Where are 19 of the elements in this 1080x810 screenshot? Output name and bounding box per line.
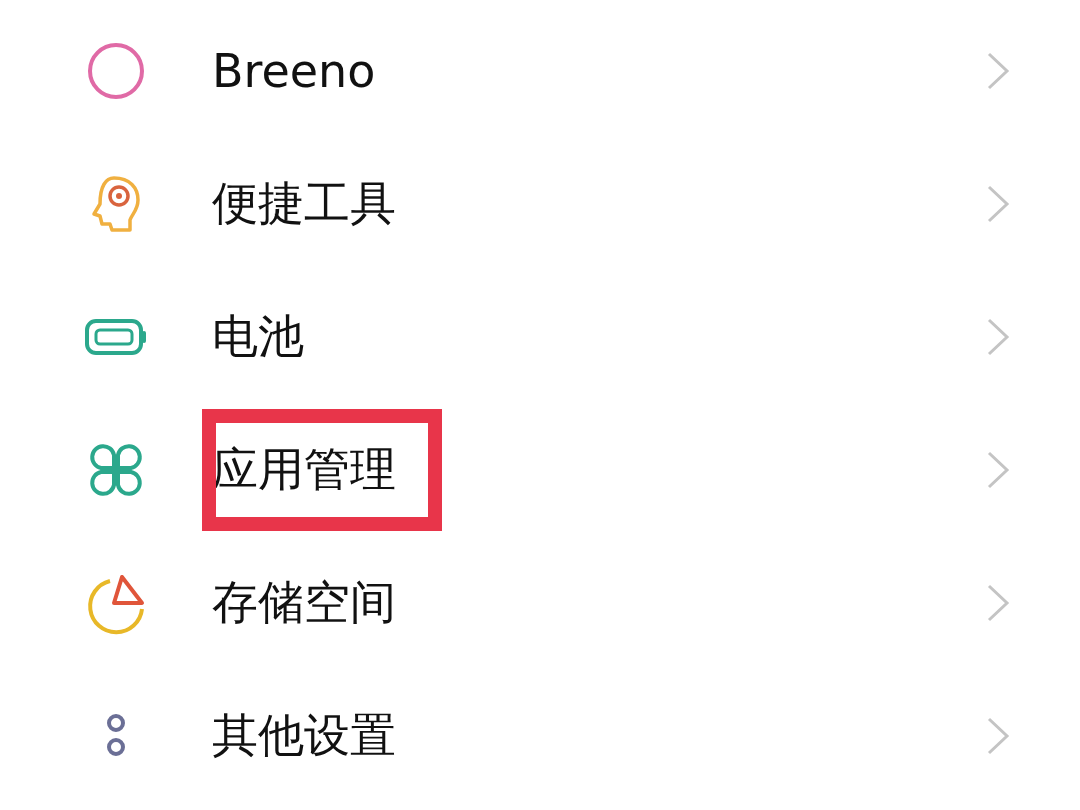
- chevron-right-icon: [986, 715, 1010, 756]
- settings-item[interactable]: 电池: [84, 270, 1010, 403]
- chevron-right-icon: [986, 582, 1010, 623]
- item-label: 其他设置: [212, 706, 396, 764]
- dots-icon: [105, 713, 127, 758]
- item-label: 电池: [212, 307, 304, 365]
- item-label: 便捷工具: [212, 174, 396, 232]
- settings-item[interactable]: Breeno: [84, 4, 1010, 137]
- settings-item[interactable]: 应用管理: [84, 403, 1010, 536]
- item-label: 存储空间: [212, 573, 396, 631]
- chevron-right-icon: [986, 183, 1010, 224]
- settings-item[interactable]: 其他设置: [84, 669, 1010, 802]
- chevron-right-icon: [986, 50, 1010, 91]
- settings-item[interactable]: 存储空间: [84, 536, 1010, 669]
- item-label: Breeno: [212, 42, 376, 100]
- settings-item[interactable]: 便捷工具: [84, 137, 1010, 270]
- chevron-right-icon: [986, 316, 1010, 357]
- item-label: 应用管理: [212, 440, 396, 498]
- chevron-right-icon: [986, 449, 1010, 490]
